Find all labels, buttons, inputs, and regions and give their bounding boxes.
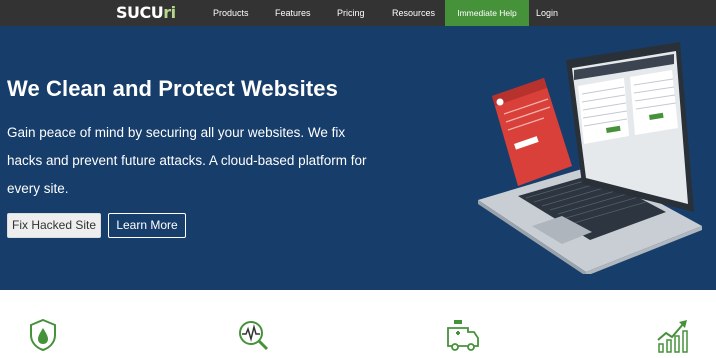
learn-more-button[interactable]: Learn More — [108, 213, 186, 238]
logo-text: SUCUri — [116, 3, 176, 22]
nav-login[interactable]: Login — [536, 0, 558, 26]
nav-products[interactable]: Products — [213, 0, 249, 26]
shield-drop-icon — [30, 318, 56, 352]
hero-subtitle-line: every site. — [7, 181, 69, 196]
hero-subtitle-line: Gain peace of mind by securing all your … — [7, 125, 346, 140]
ambulance-icon — [447, 320, 479, 351]
hero-section: We Clean and Protect Websites Gain peace… — [0, 26, 716, 290]
nav-features[interactable]: Features — [275, 0, 311, 26]
nav-pricing[interactable]: Pricing — [337, 0, 365, 26]
sucuri-logo[interactable]: SUCUri — [116, 4, 176, 22]
fix-hacked-site-button[interactable]: Fix Hacked Site — [7, 213, 101, 238]
nav-resources[interactable]: Resources — [392, 0, 435, 26]
top-navigation-bar: SUCUri Products Features Pricing Resourc… — [0, 0, 716, 26]
hero-subtitle: Gain peace of mind by securing all your … — [7, 119, 367, 203]
features-icons-strip — [0, 290, 716, 358]
hero-title: We Clean and Protect Websites — [7, 76, 338, 101]
nav-immediate-help-button[interactable]: Immediate Help — [445, 0, 529, 26]
hero-subtitle-line: hacks and prevent future attacks. A clou… — [7, 153, 367, 168]
growth-chart-icon — [657, 320, 688, 353]
magnifier-pulse-icon — [239, 321, 269, 351]
laptop-dashboard-illustration — [478, 42, 702, 274]
